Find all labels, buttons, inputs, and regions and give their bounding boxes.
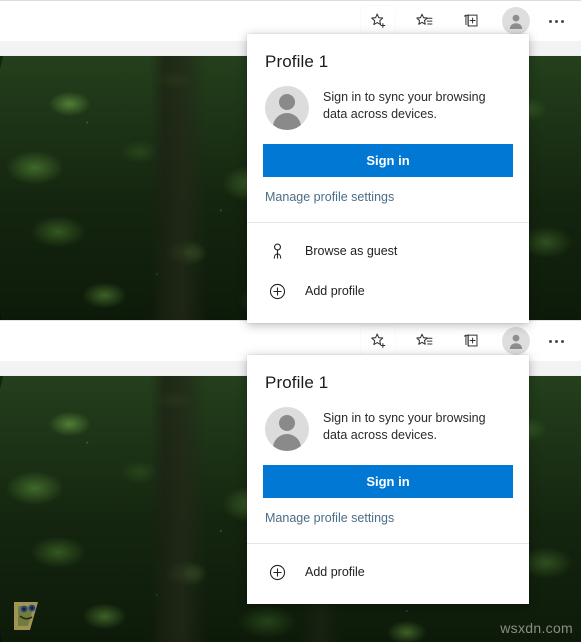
guest-person-icon [265, 239, 289, 263]
menu-item-browse-as-guest[interactable]: Browse as guest [247, 231, 529, 271]
sync-prompt-row-second: Sign in to sync your browsing data acros… [247, 393, 529, 451]
menu-item-add-profile[interactable]: Add profile [247, 271, 529, 311]
flyout-title-first: Profile 1 [265, 52, 329, 71]
manage-link-wrap-first: Manage profile settings [247, 177, 529, 222]
menu-item-add-profile[interactable]: Add profile [247, 552, 529, 592]
site-logo-watermark [14, 602, 38, 630]
manage-link-wrap-second: Manage profile settings [247, 498, 529, 543]
sync-prompt-row-first: Sign in to sync your browsing data acros… [247, 72, 529, 130]
sign-in-button[interactable]: Sign in [263, 144, 513, 177]
settings-and-more-icon[interactable] [541, 6, 571, 36]
avatar-head [279, 415, 295, 431]
signin-button-wrap-second: Sign in [247, 451, 529, 498]
add-to-favorites-icon[interactable] [361, 326, 395, 356]
add-to-favorites-icon[interactable] [361, 6, 395, 36]
person-avatar-icon [265, 86, 309, 130]
menu-item-label: Add profile [305, 284, 365, 298]
profile-menu-first: Browse as guest Add profile [247, 223, 529, 323]
collections-icon[interactable] [453, 6, 487, 36]
profile-flyout-second: Profile 1 Sign in to sync your browsing … [247, 355, 529, 604]
screenshot-canvas: Profile 1 Sign in to sync your browsing … [0, 0, 581, 642]
signin-button-wrap-first: Sign in [247, 130, 529, 177]
flyout-title-second: Profile 1 [265, 373, 329, 392]
manage-profile-settings-link[interactable]: Manage profile settings [265, 190, 394, 204]
tree-trunk-shade-c [150, 376, 208, 642]
watermark-text: wsxdn.com [500, 620, 573, 636]
sync-message-second: Sign in to sync your browsing data acros… [323, 411, 486, 442]
sign-in-button[interactable]: Sign in [263, 465, 513, 498]
sync-message-first: Sign in to sync your browsing data acros… [323, 90, 486, 121]
avatar-body [273, 434, 301, 451]
profile-flyout-first: Profile 1 Sign in to sync your browsing … [247, 34, 529, 323]
menu-item-label: Browse as guest [305, 244, 398, 258]
person-avatar-icon [265, 407, 309, 451]
tree-trunk-shade-a [150, 56, 208, 320]
favorites-icon[interactable] [407, 326, 441, 356]
settings-and-more-icon[interactable] [541, 326, 571, 356]
favorites-icon[interactable] [407, 6, 441, 36]
profile-avatar-icon[interactable] [502, 7, 530, 35]
plus-circle-icon [265, 560, 289, 584]
manage-profile-settings-link[interactable]: Manage profile settings [265, 511, 394, 525]
avatar-head [279, 94, 295, 110]
collections-icon[interactable] [453, 326, 487, 356]
profile-avatar-icon[interactable] [502, 327, 530, 355]
avatar-body [273, 113, 301, 130]
plus-circle-icon [265, 279, 289, 303]
profile-menu-second: Add profile [247, 544, 529, 604]
menu-item-label: Add profile [305, 565, 365, 579]
